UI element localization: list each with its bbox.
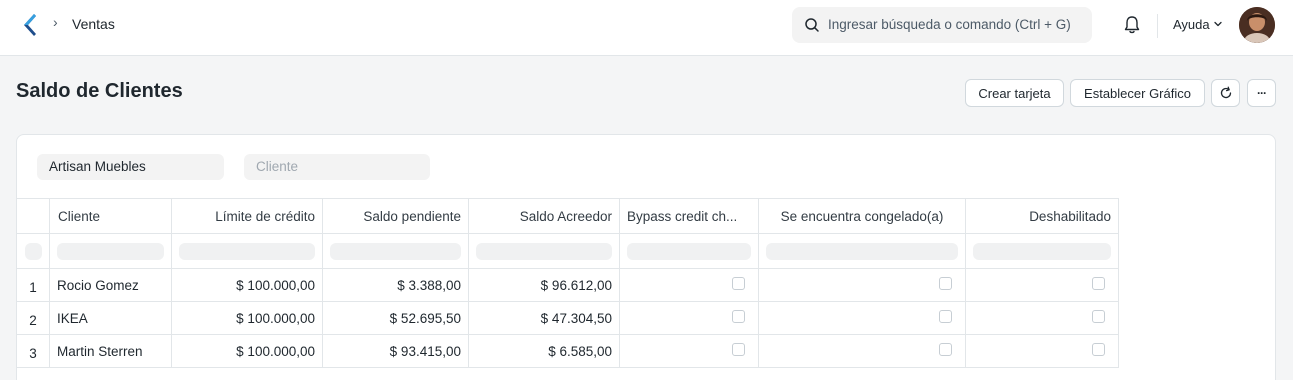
bypass-checkbox[interactable]	[732, 276, 745, 290]
row-index: 2	[17, 302, 50, 334]
filter-cell-customer[interactable]	[50, 234, 172, 268]
column-filter-input[interactable]	[766, 242, 958, 260]
frozen-checkbox[interactable]	[939, 309, 952, 323]
column-header-frozen[interactable]: Se encuentra congelado(a)	[759, 199, 966, 233]
cell-credit-limit[interactable]: $ 100.000,00	[172, 269, 323, 301]
chevron-down-icon[interactable]	[1213, 19, 1223, 29]
breadcrumb-ventas[interactable]: Ventas	[72, 16, 115, 32]
column-filter-input[interactable]	[627, 242, 751, 260]
set-chart-button[interactable]: Establecer Gráfico	[1070, 79, 1205, 107]
search-input[interactable]: Ingresar búsqueda o comando (Ctrl + G)	[828, 17, 1071, 32]
filter-cell	[17, 234, 50, 268]
cell-disabled	[966, 302, 1119, 334]
notification-bell-icon[interactable]	[1123, 15, 1141, 35]
cell-credit-balance[interactable]: $ 96.612,00	[469, 269, 620, 301]
disabled-checkbox[interactable]	[1092, 342, 1105, 356]
filter-placeholder	[24, 242, 42, 260]
cell-disabled	[966, 269, 1119, 301]
column-header-bypass[interactable]: Bypass credit ch...	[620, 199, 759, 233]
cell-customer[interactable]: Martin Sterren	[50, 335, 172, 367]
cell-disabled	[966, 335, 1119, 367]
column-filter-input[interactable]	[330, 242, 461, 260]
cell-bypass	[620, 302, 759, 334]
bypass-checkbox[interactable]	[732, 342, 745, 356]
cell-frozen	[759, 302, 966, 334]
row-index: 3	[17, 335, 50, 367]
table-row[interactable]: 2 IKEA $ 100.000,00 $ 52.695,50 $ 47.304…	[17, 302, 1119, 335]
page-title: Saldo de Clientes	[16, 80, 183, 102]
filter-cell-disabled[interactable]	[966, 234, 1119, 268]
frozen-checkbox[interactable]	[939, 342, 952, 356]
cell-outstanding[interactable]: $ 3.388,00	[323, 269, 469, 301]
column-header-credit-limit[interactable]: Límite de crédito	[172, 199, 323, 233]
column-header-outstanding[interactable]: Saldo pendiente	[323, 199, 469, 233]
cell-outstanding[interactable]: $ 93.415,00	[323, 335, 469, 367]
cell-bypass	[620, 335, 759, 367]
filter-cell-credit-limit[interactable]	[172, 234, 323, 268]
column-header-customer[interactable]: Cliente	[50, 199, 172, 233]
ellipsis-icon: ···	[1257, 86, 1267, 100]
column-filter-input[interactable]	[179, 242, 315, 260]
filter-cell-bypass[interactable]	[620, 234, 759, 268]
cell-credit-balance[interactable]: $ 47.304,50	[469, 302, 620, 334]
filter-cell-frozen[interactable]	[759, 234, 966, 268]
cell-customer[interactable]: Rocio Gomez	[50, 269, 172, 301]
search-icon	[805, 18, 819, 32]
customer-filter[interactable]: Cliente	[244, 154, 430, 180]
cell-credit-limit[interactable]: $ 100.000,00	[172, 302, 323, 334]
user-avatar[interactable]	[1239, 7, 1275, 43]
cell-customer[interactable]: IKEA	[50, 302, 172, 334]
cell-credit-balance[interactable]: $ 6.585,00	[469, 335, 620, 367]
column-filter-input[interactable]	[476, 242, 612, 260]
search-bar[interactable]: Ingresar búsqueda o comando (Ctrl + G)	[792, 7, 1092, 43]
company-filter[interactable]: Artisan Muebles	[37, 154, 224, 180]
report-table: Cliente Límite de crédito Saldo pendient…	[17, 198, 1119, 368]
table-header-row: Cliente Límite de crédito Saldo pendient…	[17, 199, 1119, 234]
column-filter-row	[17, 234, 1119, 269]
column-filter-input[interactable]	[973, 242, 1111, 260]
more-options-button[interactable]: ···	[1247, 79, 1276, 107]
app-logo-icon[interactable]	[20, 12, 40, 40]
report-card: Artisan Muebles Cliente Cliente Límite d…	[16, 134, 1276, 380]
bypass-checkbox[interactable]	[732, 309, 745, 323]
table-row[interactable]: 1 Rocio Gomez $ 100.000,00 $ 3.388,00 $ …	[17, 269, 1119, 302]
column-filter-input[interactable]	[57, 242, 164, 260]
filter-cell-credit-balance[interactable]	[469, 234, 620, 268]
cell-frozen	[759, 335, 966, 367]
breadcrumb-chevron-icon: ›	[53, 14, 58, 30]
cell-bypass	[620, 269, 759, 301]
row-index-header	[17, 199, 50, 233]
navbar: › Ventas Ingresar búsqueda o comando (Ct…	[0, 0, 1293, 56]
column-header-disabled[interactable]: Deshabilitado	[966, 199, 1119, 233]
create-card-button[interactable]: Crear tarjeta	[965, 79, 1064, 107]
avatar-image	[1239, 7, 1275, 43]
cell-outstanding[interactable]: $ 52.695,50	[323, 302, 469, 334]
frozen-checkbox[interactable]	[939, 276, 952, 290]
row-index: 1	[17, 269, 50, 301]
refresh-icon	[1220, 86, 1231, 99]
table-row[interactable]: 3 Martin Sterren $ 100.000,00 $ 93.415,0…	[17, 335, 1119, 368]
filter-cell-outstanding[interactable]	[323, 234, 469, 268]
disabled-checkbox[interactable]	[1092, 309, 1105, 323]
refresh-button[interactable]	[1211, 79, 1240, 107]
disabled-checkbox[interactable]	[1092, 276, 1105, 290]
help-dropdown[interactable]: Ayuda	[1173, 17, 1210, 32]
cell-frozen	[759, 269, 966, 301]
cell-credit-limit[interactable]: $ 100.000,00	[172, 335, 323, 367]
navbar-divider	[1157, 14, 1158, 38]
column-header-credit-balance[interactable]: Saldo Acreedor	[469, 199, 620, 233]
